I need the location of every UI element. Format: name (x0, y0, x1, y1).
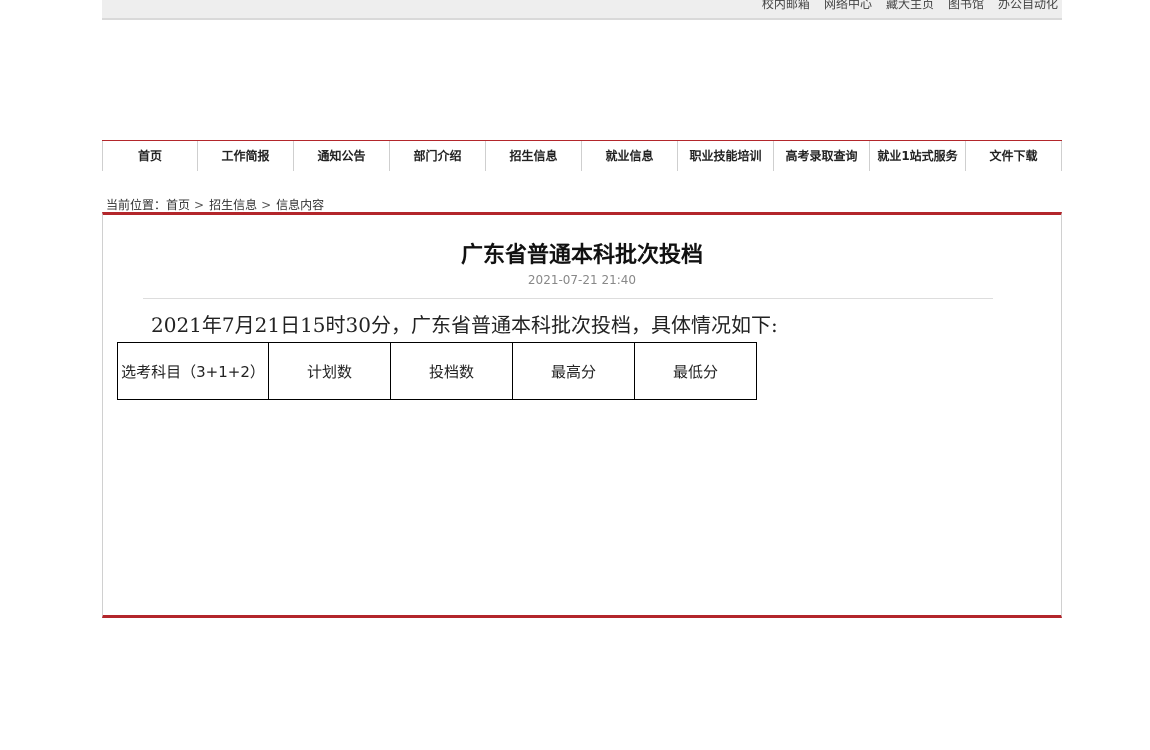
article-title: 广东省普通本科批次投档 (460, 243, 703, 268)
breadcrumb-current: 信息内容 (276, 198, 325, 212)
table-header-row: 选考科目（3+1+2） 计划数 投档数 最高分 最低分 (117, 342, 757, 400)
breadcrumb-separator: > (261, 198, 272, 212)
table-header-plan-count: 计划数 (268, 342, 391, 400)
top-utility-bar: 校内邮箱 网络中心 藏大主页 图书馆 办公自动化 (102, 0, 1062, 20)
top-link-office-automation[interactable]: 办公自动化 (998, 0, 1058, 13)
title-divider (143, 298, 993, 299)
main-nav: 首页 工作简报 通知公告 部门介绍 招生信息 就业信息 职业技能培训 高考录取查… (102, 140, 1062, 171)
breadcrumb-prefix: 当前位置： (106, 198, 167, 212)
nav-item-downloads[interactable]: 文件下载 (966, 141, 1062, 171)
nav-item-department[interactable]: 部门介绍 (390, 141, 486, 171)
nav-item-employment[interactable]: 就业信息 (582, 141, 678, 171)
nav-item-work-brief[interactable]: 工作简报 (198, 141, 294, 171)
top-link-school-mail[interactable]: 校内邮箱 (762, 0, 810, 13)
table-header-filed-count: 投档数 (390, 342, 513, 400)
table-header-subjects: 选考科目（3+1+2） (117, 342, 269, 400)
nav-item-admissions[interactable]: 招生信息 (486, 141, 582, 171)
nav-item-one-stop-service[interactable]: 就业1站式服务 (870, 141, 966, 171)
nav-item-home[interactable]: 首页 (102, 141, 198, 171)
top-link-university-home[interactable]: 藏大主页 (886, 0, 934, 13)
top-links: 校内邮箱 网络中心 藏大主页 图书馆 办公自动化 (762, 0, 1058, 13)
breadcrumb-admissions[interactable]: 招生信息 (209, 198, 257, 212)
nav-item-skills-training[interactable]: 职业技能培训 (678, 141, 774, 171)
breadcrumb: 当前位置：首页 > 招生信息 > 信息内容 (106, 197, 324, 213)
breadcrumb-separator: > (194, 198, 205, 212)
top-link-network-center[interactable]: 网络中心 (824, 0, 872, 13)
article-container: 广东省普通本科批次投档 2021-07-21 21:40 2021年7月21日1… (102, 212, 1062, 618)
table-header-min-score: 最低分 (634, 342, 757, 400)
table-header-max-score: 最高分 (512, 342, 635, 400)
article-intro: 2021年7月21日15时30分，广东省普通本科批次投档，具体情况如下: (151, 313, 778, 337)
nav-item-notices[interactable]: 通知公告 (294, 141, 390, 171)
nav-item-admission-query[interactable]: 高考录取查询 (774, 141, 870, 171)
top-link-library[interactable]: 图书馆 (948, 0, 984, 13)
admission-table: 选考科目（3+1+2） 计划数 投档数 最高分 最低分 (117, 342, 757, 400)
breadcrumb-home[interactable]: 首页 (166, 198, 190, 212)
article-date: 2021-07-21 21:40 (527, 273, 637, 287)
